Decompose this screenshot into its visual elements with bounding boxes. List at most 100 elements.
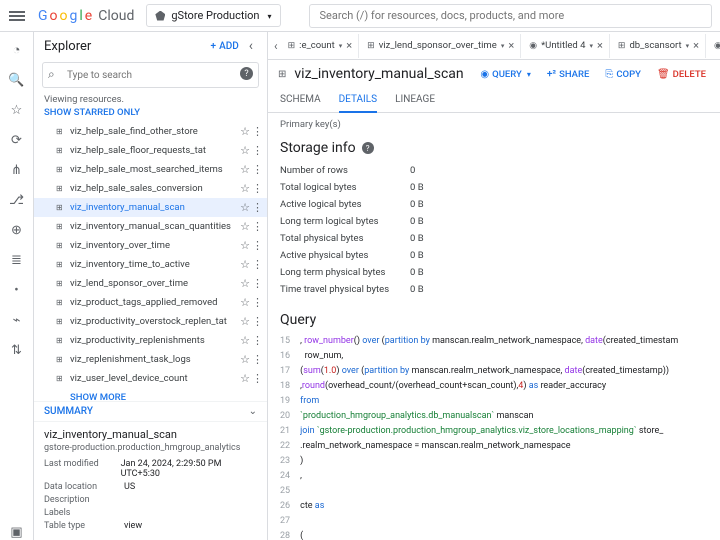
more-icon[interactable]: ⋮ — [252, 296, 263, 309]
rail-star-icon[interactable]: ☆ — [9, 102, 25, 118]
tab-dropdown-icon[interactable]: ▾ — [590, 42, 594, 50]
rail-icon-6[interactable]: ⌁ — [9, 312, 25, 328]
editor-tab[interactable]: ⊞viz_lend_sponsor_over_time▾× — [361, 34, 521, 58]
hamburger-menu-icon[interactable] — [8, 7, 26, 25]
more-icon[interactable]: ⋮ — [252, 201, 263, 214]
view-icon: ⊞ — [56, 203, 63, 212]
star-icon[interactable]: ☆ — [240, 372, 250, 385]
tree-item[interactable]: ⊞viz_inventory_over_time☆⋮ — [34, 236, 267, 255]
star-icon[interactable]: ☆ — [240, 201, 250, 214]
star-icon[interactable]: ☆ — [240, 163, 250, 176]
editor-tab[interactable]: ⊞:e_count▾× — [282, 34, 360, 58]
more-icon[interactable]: ⋮ — [252, 220, 263, 233]
more-icon[interactable]: ⋮ — [252, 334, 263, 347]
subtab-details[interactable]: DETAILS — [339, 88, 378, 113]
add-button[interactable]: +ADD — [211, 41, 239, 52]
view-icon: ⊞ — [56, 317, 63, 326]
google-cloud-logo[interactable]: Google Cloud — [38, 8, 134, 24]
view-icon: ⊞ — [56, 260, 63, 269]
tab-dropdown-icon[interactable]: ▾ — [339, 42, 343, 50]
summary-key: Labels — [44, 508, 124, 518]
rail-bottom-icon[interactable]: ▣ — [9, 524, 25, 540]
view-icon: ⊞ — [56, 298, 63, 307]
tree-item[interactable]: ⊞viz_help_sale_most_searched_items☆⋮ — [34, 160, 267, 179]
tree-item[interactable]: ⊞viz_user_level_device_count☆⋮ — [34, 369, 267, 388]
star-icon[interactable]: ☆ — [240, 334, 250, 347]
tree-item[interactable]: ⊞viz_lend_sponsor_over_time☆⋮ — [34, 274, 267, 293]
star-icon[interactable]: ☆ — [240, 220, 250, 233]
tab-dropdown-icon[interactable]: ▾ — [686, 42, 690, 50]
tab-dropdown-icon[interactable]: ▾ — [501, 42, 505, 50]
star-icon[interactable]: ☆ — [240, 277, 250, 290]
global-search-input[interactable] — [309, 4, 712, 28]
close-icon[interactable]: × — [597, 39, 603, 52]
item-name: viz_help_sale_most_searched_items — [70, 164, 240, 175]
editor-tab[interactable]: ⊞db_scansort▾× — [612, 34, 706, 58]
item-name: viz_product_tags_applied_removed — [70, 297, 240, 308]
star-icon[interactable]: ☆ — [240, 239, 250, 252]
star-icon[interactable]: ☆ — [240, 353, 250, 366]
more-icon[interactable]: ⋮ — [252, 144, 263, 157]
rail-icon-3[interactable]: ⊕ — [9, 222, 25, 238]
help-icon[interactable]: ? — [362, 142, 374, 154]
more-icon[interactable]: ⋮ — [252, 353, 263, 366]
more-icon[interactable]: ⋮ — [252, 125, 263, 138]
tree-item[interactable]: ⊞viz_help_sale_floor_requests_tat☆⋮ — [34, 141, 267, 160]
share-button[interactable]: +²SHARE — [543, 69, 593, 80]
copy-button[interactable]: ⎘COPY — [601, 69, 645, 80]
star-icon[interactable]: ☆ — [240, 182, 250, 195]
summary-toggle[interactable]: SUMMARY ⌄ — [34, 401, 267, 421]
star-icon[interactable]: ☆ — [240, 144, 250, 157]
rail-icon-7[interactable]: ⇅ — [9, 342, 25, 358]
star-icon[interactable]: ☆ — [240, 258, 250, 271]
editor-tab[interactable]: ◉*Untitled 4▾× — [523, 34, 610, 58]
tree-item[interactable]: ⊞viz_productivity_replenishments☆⋮ — [34, 331, 267, 350]
rail-icon-4[interactable]: ≣ — [9, 252, 25, 268]
show-starred-link[interactable]: SHOW STARRED ONLY — [34, 105, 267, 122]
close-icon[interactable]: × — [508, 39, 514, 52]
subtab-schema[interactable]: SCHEMA — [280, 88, 321, 112]
rail-icon-1[interactable]: ⋔ — [9, 162, 25, 178]
close-icon[interactable]: × — [693, 39, 699, 52]
more-icon[interactable]: ⋮ — [252, 315, 263, 328]
explorer-search-input[interactable] — [42, 62, 259, 88]
tree-item[interactable]: ⊞viz_replenishment_task_logs☆⋮ — [34, 350, 267, 369]
left-rail: ◔ 🔍 ☆ ⟳ ⋔ ⎇ ⊕ ≣ • ⌁ ⇅ ▣ — [0, 32, 34, 540]
query-button[interactable]: ◉QUERY — [476, 69, 534, 80]
more-icon[interactable]: ⋮ — [252, 239, 263, 252]
show-more-link[interactable]: SHOW MORE — [34, 388, 267, 401]
rail-icon-2[interactable]: ⎇ — [9, 192, 25, 208]
more-icon[interactable]: ⋮ — [252, 182, 263, 195]
tab-nav-prev[interactable]: ‹ — [272, 34, 280, 58]
rail-search-icon[interactable]: 🔍 — [9, 72, 25, 88]
rail-history-icon[interactable]: ⟳ — [9, 132, 25, 148]
tree-item[interactable]: ⊞viz_inventory_manual_scan_quantities☆⋮ — [34, 217, 267, 236]
rail-bigquery-icon[interactable]: ◔ — [9, 42, 25, 58]
tree-item[interactable]: ⊞viz_inventory_time_to_active☆⋮ — [34, 255, 267, 274]
query-code[interactable]: , row_number() over (partition by mansca… — [300, 334, 708, 540]
subtab-lineage[interactable]: LINEAGE — [395, 88, 435, 112]
star-icon[interactable]: ☆ — [240, 125, 250, 138]
editor-tab[interactable]: ◉*U▾× — [708, 34, 720, 58]
tree-item[interactable]: ⊞viz_help_sale_find_other_store☆⋮ — [34, 122, 267, 141]
more-icon[interactable]: ⋮ — [252, 258, 263, 271]
more-icon[interactable]: ⋮ — [252, 372, 263, 385]
collapse-explorer-icon[interactable]: ‹ — [245, 38, 257, 54]
star-icon[interactable]: ☆ — [240, 315, 250, 328]
star-icon[interactable]: ☆ — [240, 296, 250, 309]
view-icon: ⊞ — [56, 127, 63, 136]
tab-label: db_scansort — [629, 40, 681, 51]
tree-item[interactable]: ⊞ viz_product_tags_applied_removed☆⋮ — [34, 293, 267, 312]
search-help-icon[interactable]: ? — [240, 67, 253, 80]
more-icon[interactable]: ⋮ — [252, 163, 263, 176]
tree-item[interactable]: ⊞viz_productivity_overstock_replen_tat☆⋮ — [34, 312, 267, 331]
more-icon[interactable]: ⋮ — [252, 277, 263, 290]
project-picker[interactable]: gStore Production — [146, 4, 280, 27]
chevron-down-icon: ⌄ — [249, 406, 257, 417]
close-icon[interactable]: × — [346, 39, 352, 52]
tree-item[interactable]: ⊞viz_help_sale_sales_conversion☆⋮ — [34, 179, 267, 198]
tree-item[interactable]: ⊞viz_inventory_manual_scan☆⋮ — [34, 198, 267, 217]
delete-button[interactable]: 🗑DELETE — [653, 69, 710, 80]
rail-icon-5[interactable]: • — [9, 282, 25, 298]
storage-key: Active logical bytes — [280, 199, 410, 210]
